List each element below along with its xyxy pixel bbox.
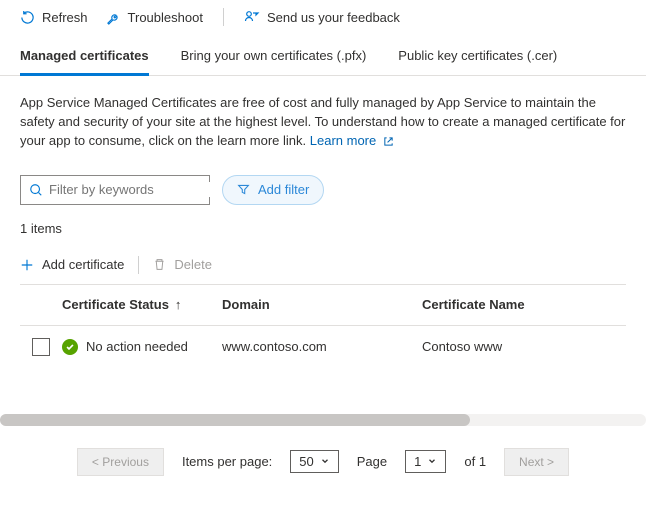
tab-bar: Managed certificates Bring your own cert… [0,36,646,76]
tab-managed-certificates[interactable]: Managed certificates [20,42,149,76]
cell-domain: www.contoso.com [222,339,422,354]
items-per-page-select[interactable]: 50 [290,450,338,473]
feedback-icon [244,9,260,25]
separator [223,8,224,26]
tab-bring-your-own[interactable]: Bring your own certificates (.pfx) [181,42,367,75]
pagination: < Previous Items per page: 50 Page 1 of … [0,426,646,476]
add-certificate-label: Add certificate [42,257,124,272]
table-row[interactable]: No action needed www.contoso.com Contoso… [20,326,626,368]
page-select[interactable]: 1 [405,450,446,473]
learn-more-link[interactable]: Learn more [310,133,394,148]
row-checkbox[interactable] [32,338,50,356]
description-text: App Service Managed Certificates are fre… [0,76,646,157]
page-of-label: of 1 [464,454,486,469]
feedback-button[interactable]: Send us your feedback [244,9,400,25]
cell-status: No action needed [62,339,222,355]
refresh-label: Refresh [42,10,88,25]
certificates-table: Certificate Status ↑ Domain Certificate … [0,284,646,368]
refresh-icon [20,10,35,25]
command-bar: Refresh Troubleshoot Send us your feedba… [0,0,646,36]
troubleshoot-label: Troubleshoot [128,10,203,25]
scrollbar-thumb[interactable] [0,414,470,426]
row-actions: Add certificate Delete [0,252,646,284]
cell-status-text: No action needed [86,339,188,354]
sort-asc-icon: ↑ [175,297,182,312]
filter-row: Add filter [0,157,646,211]
external-link-icon [383,136,394,147]
next-page-button[interactable]: Next > [504,448,569,476]
column-status-header[interactable]: Certificate Status ↑ [62,297,222,312]
chevron-down-icon [427,454,437,469]
items-per-page-label: Items per page: [182,454,272,469]
page-label: Page [357,454,387,469]
refresh-button[interactable]: Refresh [20,10,88,25]
plus-icon [20,258,34,272]
add-certificate-button[interactable]: Add certificate [20,257,124,272]
table-header-row: Certificate Status ↑ Domain Certificate … [20,284,626,326]
delete-button: Delete [153,257,212,272]
troubleshoot-button[interactable]: Troubleshoot [106,10,203,25]
add-filter-button[interactable]: Add filter [222,175,324,205]
funnel-icon [237,183,250,196]
column-domain-header[interactable]: Domain [222,297,422,312]
row-checkbox-wrap [20,338,62,356]
item-count: 1 items [0,211,646,252]
add-filter-label: Add filter [258,182,309,197]
previous-page-button[interactable]: < Previous [77,448,164,476]
column-name-header[interactable]: Certificate Name [422,297,626,312]
cell-name: Contoso www [422,339,626,354]
delete-label: Delete [174,257,212,272]
wrench-icon [106,10,121,25]
success-icon [62,339,78,355]
separator [138,256,139,274]
filter-keywords-input[interactable] [49,182,225,197]
tab-public-key[interactable]: Public key certificates (.cer) [398,42,557,75]
horizontal-scrollbar[interactable] [0,414,646,426]
chevron-down-icon [320,454,330,469]
feedback-label: Send us your feedback [267,10,400,25]
trash-icon [153,258,166,271]
filter-input-wrap[interactable] [20,175,210,205]
search-icon [29,183,43,197]
